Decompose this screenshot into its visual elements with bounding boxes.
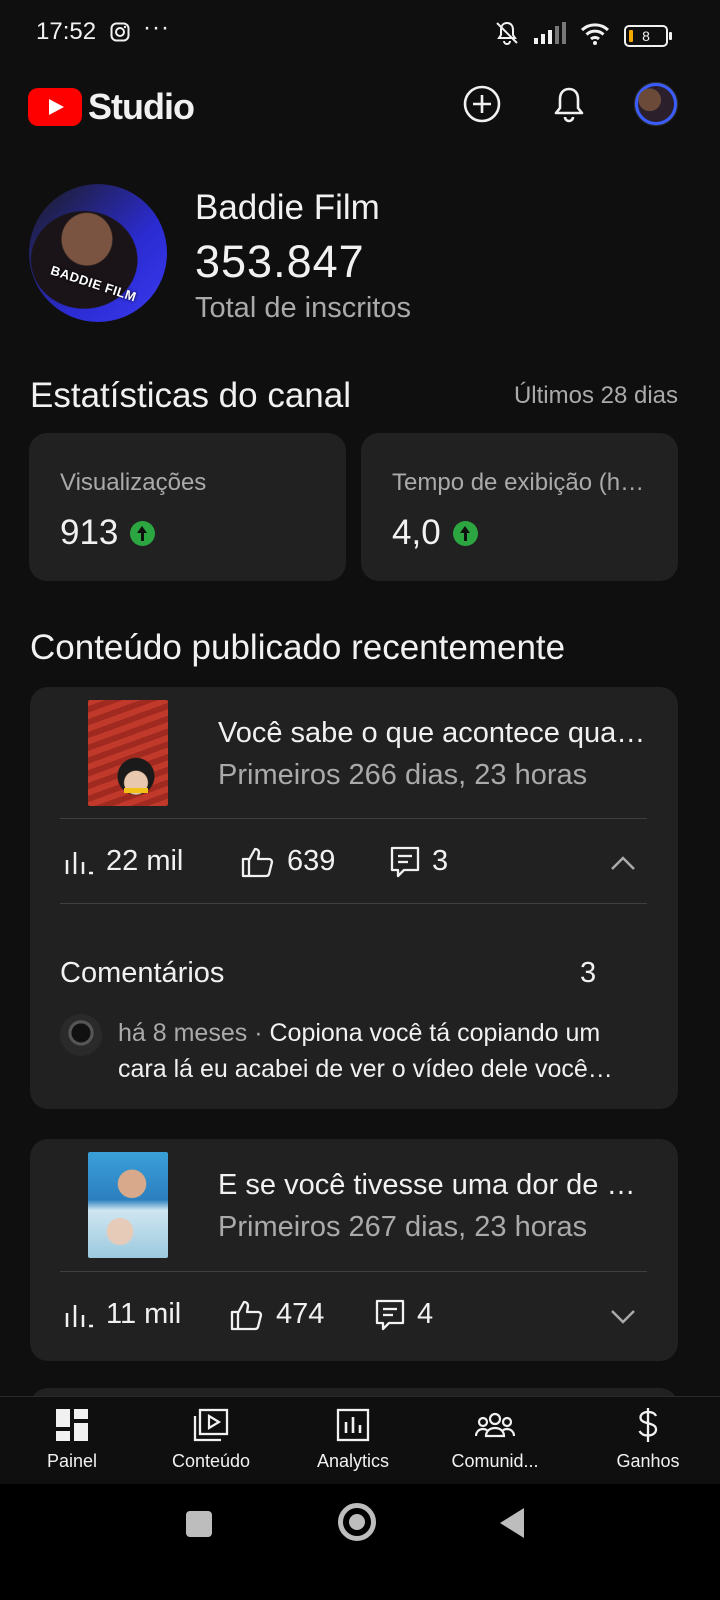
nav-conteudo[interactable]: Conteúdo (139, 1407, 283, 1472)
views-metric: 11 mil (64, 1298, 181, 1331)
stats-title: Estatísticas do canal (30, 376, 351, 415)
stat-value-row: 913 (60, 513, 156, 553)
subscriber-label: Total de inscritos (195, 292, 411, 324)
home-button[interactable] (338, 1503, 376, 1541)
status-icons: 8 (494, 20, 672, 51)
nav-label: Conteúdo (171, 1451, 251, 1471)
thumbs-up-icon (241, 847, 274, 877)
notifications-button[interactable] (547, 82, 591, 126)
nav-label: Comunid... (451, 1451, 539, 1471)
community-icon (423, 1407, 567, 1443)
recent-content-title: Conteúdo publicado recentemente (30, 628, 566, 667)
comment-time: há 8 meses (118, 1019, 248, 1047)
bottom-navigation: Painel Conteúdo Analytics Comunid... Gan… (0, 1396, 720, 1484)
comments-metric: 4 (375, 1298, 433, 1331)
video-period: Primeiros 267 dias, 23 horas (218, 1211, 588, 1243)
back-button[interactable] (500, 1508, 524, 1538)
stat-value: 4,0 (392, 513, 441, 552)
content-icon (139, 1407, 283, 1443)
stat-card-watch-time[interactable]: Tempo de exibição (horas) 4,0 (361, 433, 678, 581)
analytics-icon (281, 1407, 425, 1443)
nav-label: Analytics (316, 1451, 390, 1471)
comment-icon (375, 1299, 405, 1330)
youtube-studio-logo: Studio (28, 86, 195, 128)
nav-painel[interactable]: Painel (0, 1407, 144, 1472)
video-card: Você sabe o que acontece quando Primeiro… (30, 687, 678, 1109)
channel-avatar: BADDIE FILM (29, 184, 167, 322)
mute-bell-icon (494, 20, 520, 51)
stat-value-row: 4,0 (392, 513, 478, 553)
status-time: 17:52 (36, 18, 97, 45)
stat-label: Visualizações (60, 469, 207, 496)
video-thumbnail[interactable] (88, 1152, 168, 1258)
comment-separator: · (254, 1019, 263, 1047)
system-navigation-bar (0, 1484, 720, 1600)
status-bar: 17:52 ··· 8 (0, 0, 720, 62)
account-avatar[interactable] (634, 82, 678, 126)
divider (60, 818, 647, 819)
wifi-icon (580, 21, 610, 50)
brand-label: Studio (88, 86, 195, 127)
commenter-avatar (60, 1014, 102, 1056)
subscriber-count: 353.847 (195, 236, 365, 287)
top-comment[interactable]: há 8 meses · Copiona você tá copiando um… (118, 1015, 648, 1087)
comments-value: 3 (432, 845, 449, 877)
nav-analytics[interactable]: Analytics (281, 1407, 425, 1472)
dashboard-icon (0, 1407, 144, 1443)
trend-up-icon (452, 520, 478, 546)
stats-period: Últimos 28 dias (513, 382, 678, 409)
video-period: Primeiros 266 dias, 23 horas (218, 759, 588, 791)
chevron-up-icon[interactable] (608, 849, 638, 879)
instagram-icon (110, 22, 130, 47)
trend-up-icon (130, 520, 156, 546)
comments-value: 4 (417, 1298, 434, 1330)
views-value: 22 mil (106, 845, 184, 877)
battery-icon: 8 (624, 24, 672, 47)
more-notifications-icon: ··· (143, 14, 170, 41)
views-metric: 22 mil (64, 845, 183, 878)
comment-icon (390, 846, 420, 877)
video-card: E se você tivesse uma dor de dente Prime… (30, 1139, 678, 1361)
earn-icon (576, 1407, 720, 1443)
views-value: 11 mil (106, 1298, 182, 1330)
avatar-watermark: BADDIE FILM (48, 262, 139, 305)
views-icon (65, 851, 93, 874)
thumbs-up-icon (230, 1300, 263, 1330)
likes-value: 639 (287, 845, 336, 877)
divider (60, 903, 647, 904)
youtube-logo-icon (28, 88, 82, 126)
nav-ganhos[interactable]: Ganhos (576, 1407, 720, 1472)
bell-icon (554, 87, 584, 123)
comments-section-count: 3 (580, 957, 597, 989)
chevron-down-icon[interactable] (608, 1301, 638, 1331)
stat-label: Tempo de exibição (horas) (392, 469, 652, 496)
divider (60, 1271, 647, 1272)
nav-comunidade[interactable]: Comunid... (423, 1407, 567, 1472)
views-icon (65, 1304, 93, 1327)
nav-label: Painel (46, 1451, 98, 1471)
video-title[interactable]: Você sabe o que acontece quando (218, 717, 648, 750)
video-thumbnail[interactable] (88, 700, 168, 806)
comments-section-label[interactable]: Comentários (60, 957, 224, 990)
stat-card-views[interactable]: Visualizações 913 (29, 433, 346, 581)
likes-metric: 639 (241, 845, 335, 878)
video-title[interactable]: E se você tivesse uma dor de dente (218, 1169, 648, 1202)
likes-metric: 474 (230, 1298, 324, 1331)
comments-metric: 3 (390, 845, 448, 878)
stat-value: 913 (60, 513, 119, 552)
recents-button[interactable] (186, 1511, 212, 1537)
signal-icon (534, 22, 566, 49)
battery-level: 8 (642, 27, 650, 44)
nav-label: Ganhos (616, 1451, 680, 1471)
create-button[interactable] (460, 82, 504, 126)
channel-name: Baddie Film (195, 188, 380, 227)
create-icon (463, 85, 501, 123)
likes-value: 474 (276, 1298, 325, 1330)
